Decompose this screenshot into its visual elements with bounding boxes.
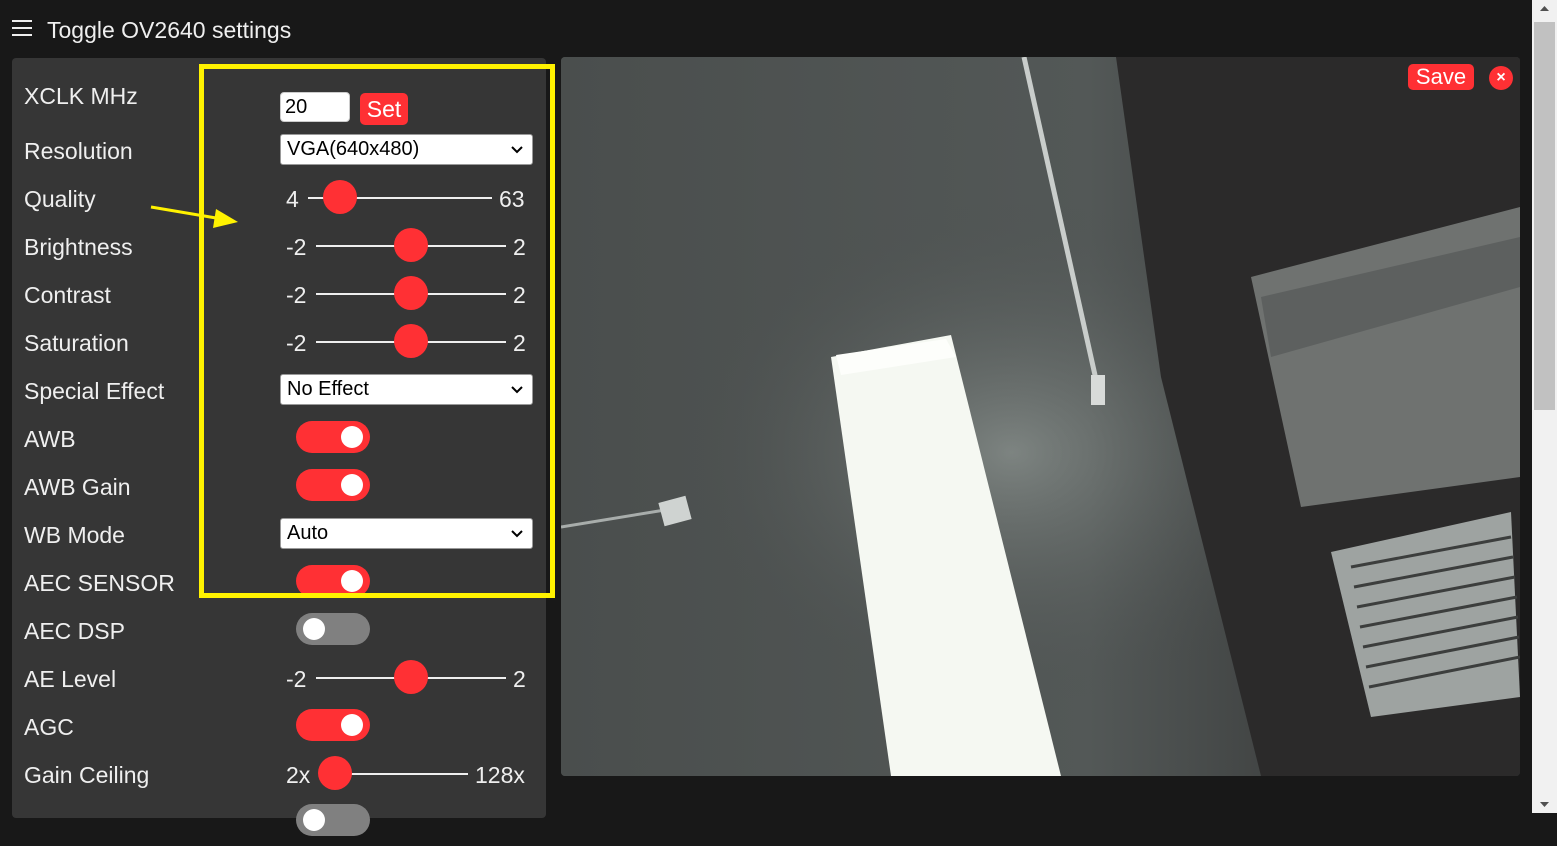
wb-mode-select[interactable]: Auto — [280, 518, 533, 549]
ae-level-thumb[interactable] — [394, 660, 428, 694]
gain-ceiling-label: Gain Ceiling — [24, 762, 150, 788]
row-awb: AWB — [12, 414, 546, 462]
toggle-knob — [341, 426, 363, 448]
row-wb-mode: WB Mode Auto — [12, 510, 546, 558]
scroll-up-icon[interactable] — [1532, 0, 1557, 17]
gain-ceiling-thumb[interactable] — [318, 756, 352, 790]
scrollbar-thumb[interactable] — [1534, 22, 1555, 410]
toggle-settings-label[interactable]: Toggle OV2640 settings — [47, 17, 291, 44]
ae-level-min: -2 — [286, 666, 307, 692]
toggle-knob — [341, 570, 363, 592]
saturation-max: 2 — [513, 330, 526, 356]
special-effect-label: Special Effect — [24, 378, 165, 404]
toggle-knob — [303, 809, 325, 831]
agc-toggle[interactable] — [296, 709, 370, 741]
gain-ceiling-min: 2x — [286, 762, 311, 788]
row-awb-gain: AWB Gain — [12, 462, 546, 510]
row-resolution: Resolution VGA(640x480) — [12, 126, 546, 174]
row-ae-level: AE Level -2 2 — [12, 654, 546, 702]
quality-label: Quality — [24, 186, 96, 212]
row-aec-dsp: AEC DSP — [12, 606, 546, 654]
row-saturation: Saturation -2 2 — [12, 318, 546, 366]
gain-ceiling-max: 128x — [475, 762, 525, 788]
quality-min: 4 — [286, 186, 299, 212]
special-effect-value: No Effect — [287, 378, 369, 400]
row-agc: AGC — [12, 702, 546, 750]
awb-label: AWB — [24, 426, 76, 452]
settings-panel: XCLK MHz Set Resolution VGA(640x480) Qua… — [12, 58, 546, 836]
scrollbar[interactable] — [1532, 0, 1557, 813]
wb-mode-value: Auto — [287, 522, 329, 544]
contrast-min: -2 — [286, 282, 307, 308]
saturation-label: Saturation — [24, 330, 129, 356]
toggle-knob — [341, 714, 363, 736]
resolution-select[interactable]: VGA(640x480) — [280, 134, 533, 165]
partial-toggle[interactable] — [296, 804, 370, 836]
brightness-label: Brightness — [24, 234, 133, 260]
awb-gain-toggle[interactable] — [296, 469, 370, 501]
xclk-input[interactable] — [280, 92, 350, 122]
saturation-min: -2 — [286, 330, 307, 356]
arrow-annotation-icon — [150, 205, 238, 228]
contrast-label: Contrast — [24, 282, 111, 308]
top-bar: Toggle OV2640 settings — [0, 0, 1532, 58]
resolution-label: Resolution — [24, 138, 133, 164]
wb-mode-label: WB Mode — [24, 522, 125, 548]
row-aec-sensor: AEC SENSOR — [12, 558, 546, 606]
row-quality: Quality 4 63 — [12, 174, 546, 222]
aec-sensor-label: AEC SENSOR — [24, 570, 175, 596]
quality-thumb[interactable] — [323, 180, 357, 214]
row-partial — [12, 798, 546, 846]
aec-dsp-toggle[interactable] — [296, 613, 370, 645]
close-icon[interactable]: × — [1489, 66, 1513, 90]
camera-stream — [561, 57, 1520, 776]
brightness-min: -2 — [286, 234, 307, 260]
chevron-down-icon — [511, 530, 523, 538]
xclk-label: XCLK MHz — [24, 83, 138, 109]
set-xclk-button[interactable]: Set — [360, 93, 408, 125]
hamburger-icon[interactable] — [12, 20, 32, 40]
chevron-down-icon — [511, 386, 523, 394]
special-effect-select[interactable]: No Effect — [280, 374, 533, 405]
row-special-effect: Special Effect No Effect — [12, 366, 546, 414]
saturation-thumb[interactable] — [394, 324, 428, 358]
row-brightness: Brightness -2 2 — [12, 222, 546, 270]
agc-label: AGC — [24, 714, 74, 740]
brightness-max: 2 — [513, 234, 526, 260]
ae-level-max: 2 — [513, 666, 526, 692]
aec-sensor-toggle[interactable] — [296, 565, 370, 597]
contrast-max: 2 — [513, 282, 526, 308]
contrast-thumb[interactable] — [394, 276, 428, 310]
save-button[interactable]: Save — [1408, 64, 1474, 90]
toggle-knob — [303, 618, 325, 640]
gain-ceiling-slider[interactable] — [334, 773, 468, 775]
row-xclk: XCLK MHz Set — [12, 71, 546, 125]
resolution-value: VGA(640x480) — [287, 138, 420, 160]
toggle-knob — [341, 474, 363, 496]
awb-toggle[interactable] — [296, 421, 370, 453]
chevron-down-icon — [511, 146, 523, 154]
row-gain-ceiling: Gain Ceiling 2x 128x — [12, 750, 546, 798]
brightness-thumb[interactable] — [394, 228, 428, 262]
row-contrast: Contrast -2 2 — [12, 270, 546, 318]
scroll-down-icon[interactable] — [1532, 796, 1557, 813]
camera-image — [561, 57, 1520, 776]
awb-gain-label: AWB Gain — [24, 474, 131, 500]
aec-dsp-label: AEC DSP — [24, 618, 125, 644]
quality-max: 63 — [499, 186, 525, 212]
ae-level-label: AE Level — [24, 666, 117, 692]
